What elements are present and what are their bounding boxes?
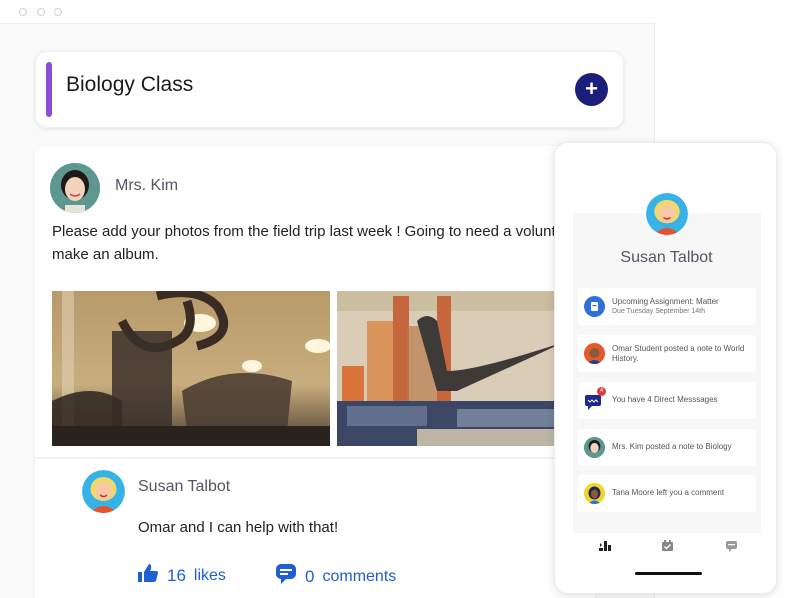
phone-user-avatar[interactable] (646, 193, 688, 235)
notification-item[interactable]: 4 You have 4 Direct Messsages (578, 382, 756, 419)
window-close-dot[interactable] (19, 8, 27, 16)
window-minimize-dot[interactable] (37, 8, 45, 16)
notification-line: Omar Student posted a note to World (612, 344, 745, 353)
post-photo-mammoths[interactable] (52, 291, 330, 446)
likes-button[interactable]: 16 likes (137, 563, 226, 588)
mrs-kim-avatar (584, 437, 605, 458)
messages-tab[interactable] (721, 539, 741, 555)
notification-text: Omar Student posted a note to World Hist… (612, 344, 752, 364)
comments-count: 0 (305, 566, 315, 586)
notification-line: Due Tuesday September 14th (612, 308, 706, 315)
susan-talbot-avatar[interactable] (82, 470, 125, 513)
window-maximize-dot[interactable] (54, 8, 62, 16)
likes-count: 16 (167, 565, 186, 585)
likes-label: likes (193, 566, 226, 584)
message-badge: 4 (597, 387, 606, 396)
assignments-tab[interactable] (657, 539, 677, 555)
notification-item[interactable]: Omar Student posted a note to World Hist… (578, 335, 756, 372)
comments-label: comments (322, 567, 397, 585)
notification-text: You have 4 Direct Messsages (612, 395, 718, 404)
notification-item[interactable]: Upcoming Assignment: Matter Due Tuesday … (578, 288, 756, 325)
phone-mockup: Susan Talbot Upcoming Assignment: Matter… (554, 142, 777, 594)
notification-item[interactable]: Mrs. Kim posted a note to Biology (578, 429, 756, 466)
notification-line: Upcoming Assignment: Matter (612, 297, 719, 306)
notification-text: Tana Moore left you a comment (612, 488, 725, 497)
assignment-icon (584, 296, 605, 317)
notification-line: History. (612, 354, 639, 363)
reply-text: Omar and I can help with that! (138, 519, 339, 536)
class-accent-bar (46, 62, 52, 117)
post-card: Mrs. Kim Please add your photos from the… (35, 146, 595, 598)
class-header-card: Biology Class + (35, 51, 624, 128)
omar-avatar (584, 343, 605, 364)
reply-author-name[interactable]: Susan Talbot (138, 478, 230, 496)
messages-icon (725, 541, 737, 552)
feed-tab[interactable] (595, 539, 615, 555)
window-titlebar (0, 0, 655, 24)
assignments-icon (661, 540, 673, 551)
post-text-line: Please add your photos from the field tr… (52, 223, 556, 240)
comment-bubble-icon (275, 563, 297, 590)
post-divider (35, 457, 595, 459)
plus-icon: + (585, 76, 598, 101)
post-text-line: make an album. (52, 246, 159, 263)
post-author-name[interactable]: Mrs. Kim (115, 177, 178, 195)
tana-avatar (584, 483, 605, 504)
phone-user-name: Susan Talbot (620, 249, 713, 266)
notification-item[interactable]: Tana Moore left you a comment (578, 475, 756, 512)
home-indicator[interactable] (635, 572, 702, 575)
feed-icon (599, 541, 611, 551)
post-text: Please add your photos from the field tr… (52, 220, 592, 266)
mrs-kim-avatar[interactable] (50, 163, 100, 213)
notification-text: Upcoming Assignment: Matter Due Tuesday … (612, 297, 752, 317)
class-title: Biology Class (66, 73, 194, 96)
direct-message-icon: 4 (584, 387, 606, 411)
add-button[interactable]: + (575, 73, 608, 106)
notification-text: Mrs. Kim posted a note to Biology (612, 442, 732, 451)
thumbs-up-icon (137, 563, 159, 588)
comments-button[interactable]: 0 comments (275, 563, 396, 590)
